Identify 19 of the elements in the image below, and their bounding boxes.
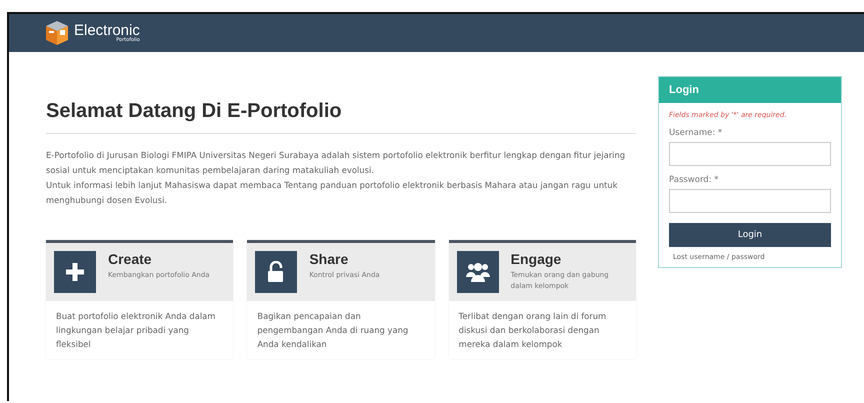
intro-paragraph: E-Portofolio di Jurusan Biologi FMIPA Universitas Negeri Surabaya adalah sistem portofolio elektronik berfitur lengkap dengan fitur jejaring sosial untuk menciptakan komunitas pembelajaran daring matakuliah evolusi. bbox=[46, 149, 626, 177]
card-title: Create bbox=[108, 251, 153, 267]
unlocked-padlock-icon bbox=[255, 251, 298, 293]
logo-title: Electronic bbox=[74, 23, 140, 38]
card-text: Bagikan pencapaian dan pengembangan Anda di ruang yang Anda kendalikan bbox=[256, 310, 410, 351]
field-label: Password: * bbox=[669, 175, 720, 185]
login-button[interactable]: Login bbox=[669, 223, 831, 247]
card-text: Buat portofolio elektronik Anda dalam lingkungan belajar pribadi yang fleksibel bbox=[55, 310, 216, 351]
login-title: Login bbox=[659, 77, 841, 103]
card-title: Engage bbox=[510, 251, 562, 267]
people-icon bbox=[456, 251, 499, 293]
input-field[interactable] bbox=[669, 142, 831, 166]
plus-icon bbox=[54, 251, 96, 293]
intro-paragraph: Untuk informasi lebih lanjut Mahasiswa dapat membaca Tentang panduan portofolio elektronik berbasis Mahara atau jangan ragu untuk menghubungi dosen Evolusi. bbox=[46, 179, 618, 207]
field-label: Username: * bbox=[669, 128, 724, 138]
card-title: Share bbox=[309, 251, 350, 267]
card-text: Terlibat dengan orang lain di forum diskusi dan berkolaborasi dengan mereka dalam kelompok bbox=[458, 310, 608, 351]
page-title: Selamat Datang Di E-Portofolio bbox=[46, 100, 636, 134]
input-field[interactable] bbox=[669, 189, 831, 213]
